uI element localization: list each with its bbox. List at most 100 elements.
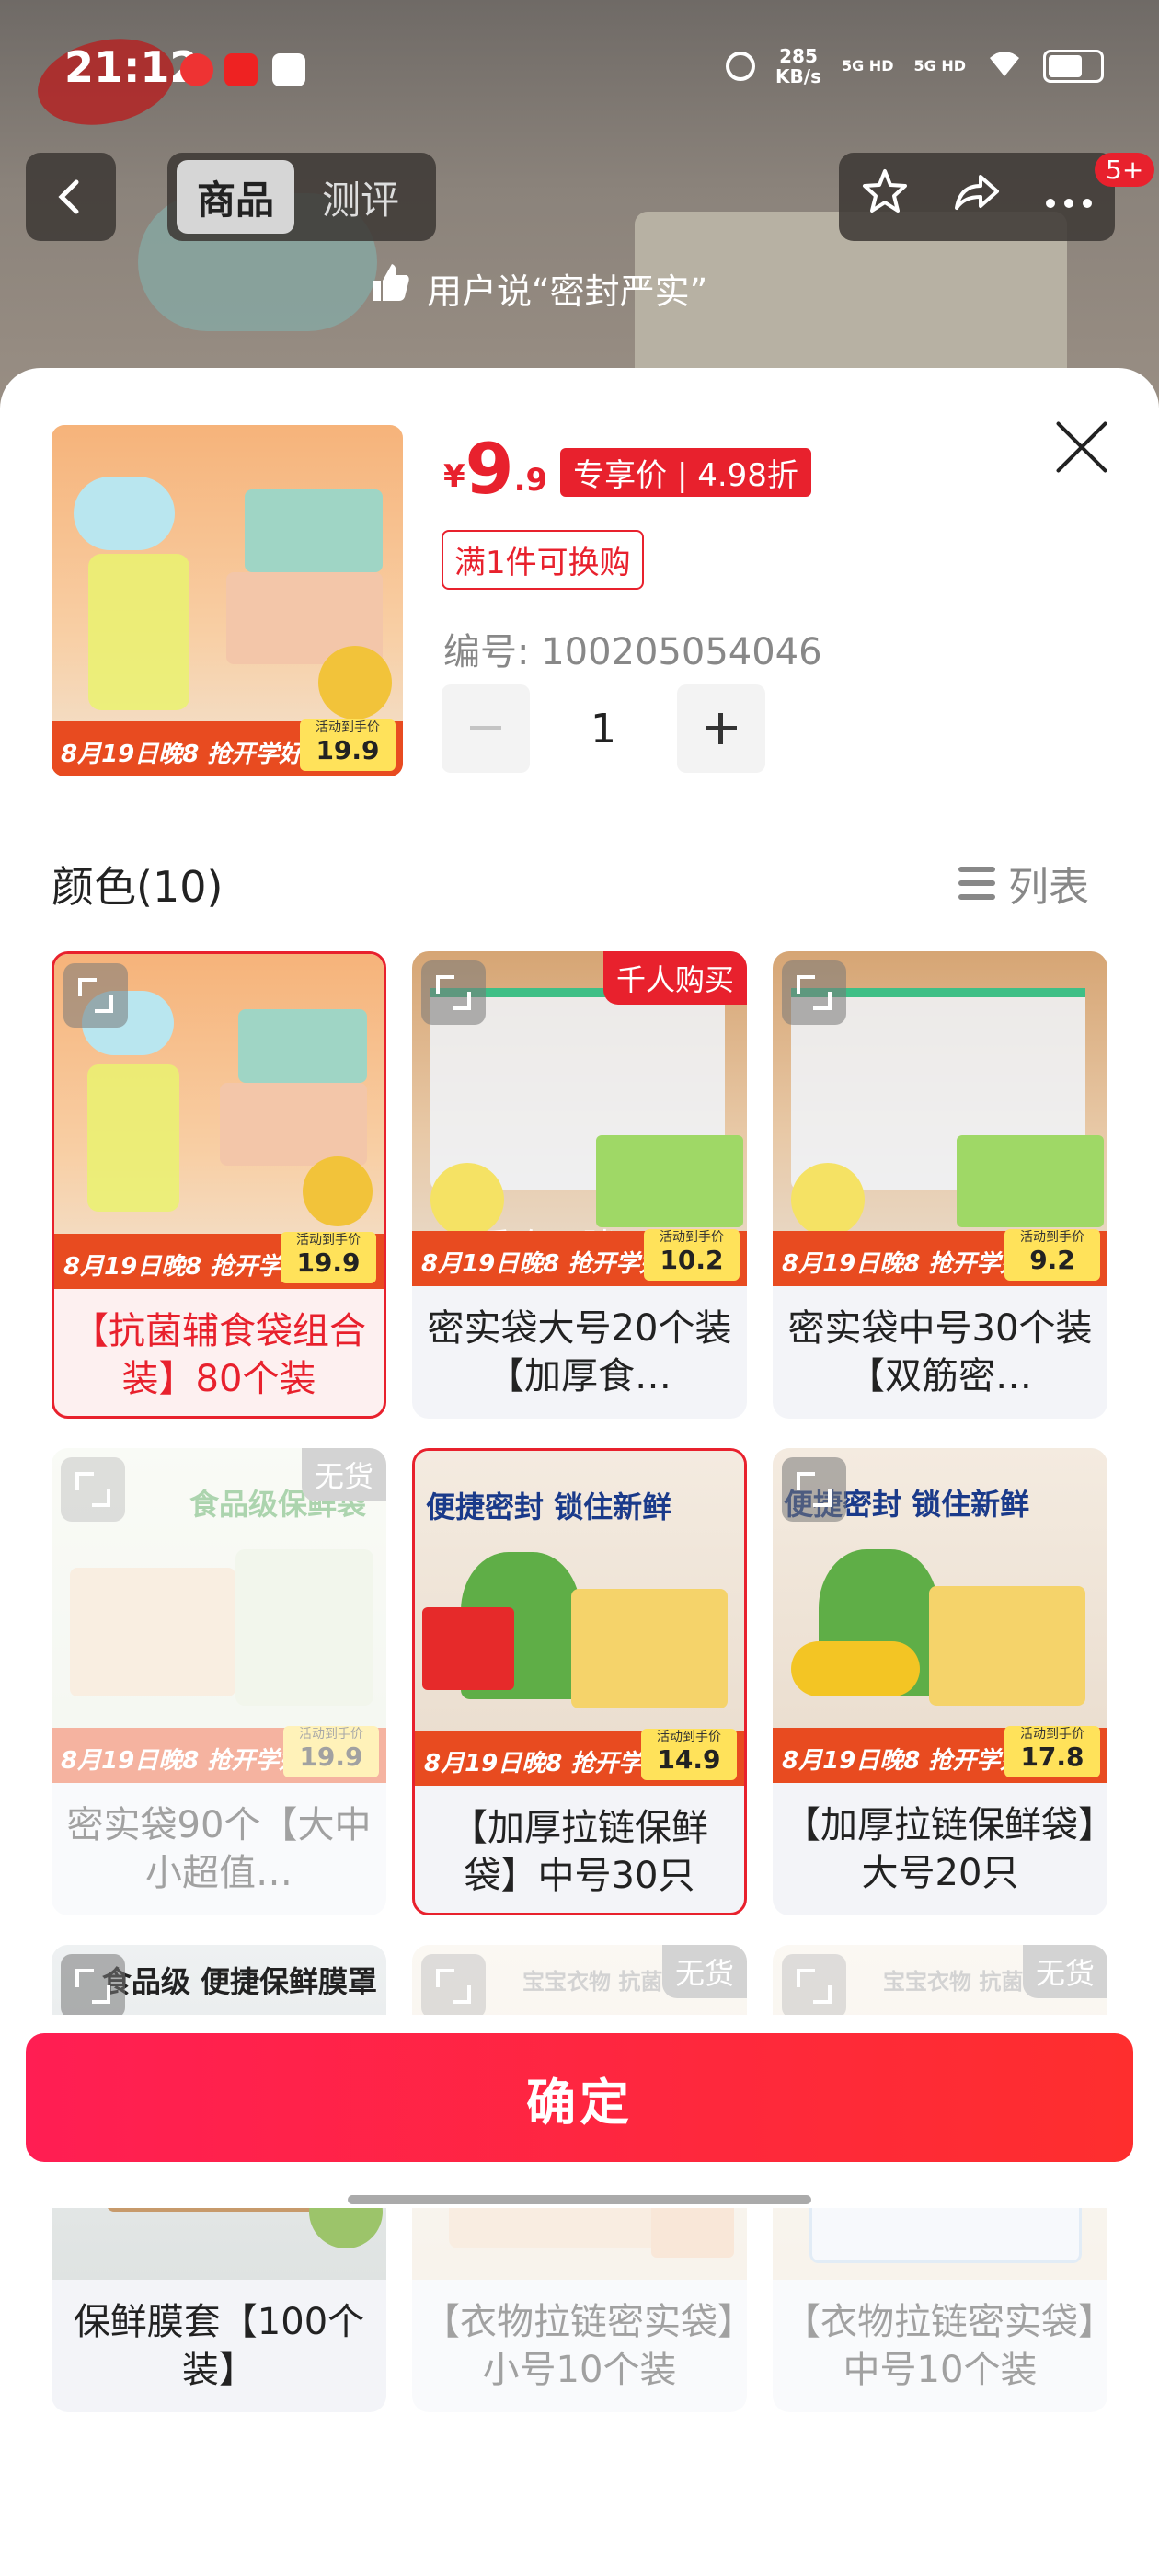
- list-toggle-label: 列表: [1008, 864, 1089, 911]
- network-speed-value: 285: [779, 45, 818, 67]
- more-icon[interactable]: [1043, 170, 1095, 224]
- network-speed: 285 KB/s: [775, 46, 821, 86]
- variant-card[interactable]: 8月19日晚8 抢开学好物 活动到手价 9.2 密实袋中号30个装【双筋密…: [773, 951, 1107, 1419]
- promo-price-value: 10.2: [660, 1245, 724, 1275]
- expand-icon[interactable]: [782, 1457, 846, 1522]
- wifi-icon: [986, 49, 1023, 85]
- favorite-star-icon[interactable]: [859, 166, 911, 228]
- price-decimal: .9: [513, 462, 548, 499]
- ag-bubble: [74, 477, 175, 550]
- promo-price-value: 14.9: [657, 1744, 721, 1775]
- promo-strip: 8月19日晚8 抢开学好物 活动到手价 10.2: [412, 1229, 747, 1286]
- variant-name: 保鲜膜套【100个装】: [73, 2301, 365, 2391]
- promo-price-label: 活动到手价: [1020, 1230, 1084, 1245]
- variant-name: 【衣物拉链密实袋】小号10个装: [423, 2301, 736, 2391]
- alarm-icon: [726, 52, 756, 81]
- quantity-value[interactable]: 1: [530, 706, 677, 753]
- box-illustration: [245, 489, 383, 572]
- variant-card[interactable]: 8月19日晚8 抢开学好物 活动到手价 19.9 【抗菌辅食袋组合装】80个装: [52, 951, 386, 1419]
- price-currency: ¥: [443, 458, 465, 495]
- home-indicator[interactable]: [348, 2195, 811, 2204]
- promo-price-label: 活动到手价: [657, 1730, 721, 1744]
- nav-actions: [839, 153, 1115, 241]
- promo-price-value: 19.9: [296, 1248, 361, 1278]
- promo-price-label: 活动到手价: [296, 1233, 361, 1248]
- praise-banner: 用户说“密封严实”: [368, 256, 707, 320]
- color-section-title: 颜色(10): [52, 862, 224, 912]
- confirm-button[interactable]: 确定: [26, 2033, 1133, 2162]
- variant-card[interactable]: 便捷密封 锁住新鲜 8月19日晚8 抢开学好物 活动到手价 14.9 【加厚拉链…: [412, 1448, 747, 1915]
- battery-icon: [1043, 50, 1104, 83]
- signal-sim2: 5G HD: [913, 57, 966, 75]
- tab-reviews[interactable]: 测评: [302, 160, 419, 234]
- promo-date: 8月19日晚8 抢开学好物: [61, 741, 327, 768]
- out-of-stock-tag: 无货: [661, 1945, 747, 1998]
- expand-icon[interactable]: [61, 1954, 125, 2018]
- promo-price-label: 活动到手价: [316, 720, 380, 735]
- close-icon[interactable]: [1052, 418, 1111, 477]
- decrease-button[interactable]: [442, 684, 530, 773]
- variant-card-out-of-stock[interactable]: 食品级保鲜袋 8月19日晚8 抢开学好物 活动到手价 19.9 无货 密实袋90…: [52, 1448, 386, 1915]
- variant-name: 【抗菌辅食袋组合装】80个装: [72, 1310, 366, 1400]
- list-view-toggle[interactable]: 列表: [958, 854, 1089, 913]
- promo-strip: 8月19日晚8 抢开学好物 活动到手价 14.9: [415, 1729, 744, 1786]
- promo-strip: 8月19日晚8 抢开学好物 活动到手价 19.9: [54, 1232, 384, 1289]
- promo-price-tag: 活动到手价 10.2: [644, 1229, 740, 1281]
- promo-price-value: 17.8: [1020, 1742, 1084, 1772]
- popularity-tag: 千人购买: [602, 951, 747, 1005]
- increase-button[interactable]: [677, 684, 765, 773]
- exclusive-price-badge: 专享价 | 4.98折: [560, 448, 811, 497]
- minus-icon: [470, 726, 501, 730]
- variant-name: 密实袋中号30个装【双筋密…: [787, 1307, 1093, 1397]
- thumbs-up-icon: [368, 260, 412, 316]
- out-of-stock-tag: 无货: [301, 1448, 386, 1501]
- promo-strip: 8月19日晚8 抢开学好物 活动到手价 9.2: [773, 1229, 1107, 1286]
- bag-illustration: [88, 554, 189, 710]
- promo-strip: 8月19日晚8 抢开学好物 活动到手价 17.8: [773, 1726, 1107, 1783]
- status-time: 21:12: [64, 42, 200, 92]
- chevron-left-icon: [58, 179, 79, 214]
- list-icon: [958, 863, 995, 903]
- status-indicators: 285 KB/s 5G HD 5G HD: [726, 46, 1104, 86]
- status-bar: 21:12 285 KB/s 5G HD 5G HD: [0, 0, 1159, 138]
- promo-price-value: 9.2: [1029, 1245, 1075, 1275]
- expand-icon[interactable]: [421, 960, 486, 1025]
- expand-icon[interactable]: [61, 1457, 125, 1522]
- promo-price-label: 活动到手价: [299, 1727, 363, 1742]
- promo-price-tag: 活动到手价 17.8: [1004, 1726, 1100, 1777]
- message-count-badge: 5+: [1095, 153, 1155, 187]
- sku-selector-sheet: 8月19日晚8 抢开学好物 活动到手价 19.9 ¥ 9 .9 专享价 | 4.…: [0, 368, 1159, 2576]
- variant-card[interactable]: 爱吃不胖 8月19日晚8 抢开学好物 活动到手价 10.2 千人购买 密实袋大号…: [412, 951, 747, 1419]
- share-icon[interactable]: [951, 166, 1003, 228]
- expand-icon[interactable]: [782, 960, 846, 1025]
- expand-icon[interactable]: [421, 1954, 486, 2018]
- praise-text: 用户说“密封严实”: [427, 270, 708, 312]
- xiaohongshu-icon: [224, 53, 258, 86]
- promo-strip: 8月19日晚8 抢开学好物 活动到手价 19.9: [52, 1726, 386, 1783]
- sku-number: 编号: 100205054046: [443, 631, 822, 673]
- exchange-badge: 满1件可换购: [442, 530, 644, 590]
- promo-price-tag: 活动到手价 14.9: [641, 1729, 737, 1780]
- promo-price-value: 19.9: [299, 1742, 363, 1772]
- network-speed-unit: KB/s: [775, 65, 821, 87]
- variant-card[interactable]: 便捷密封 锁住新鲜 8月19日晚8 抢开学好物 活动到手价 17.8 【加厚拉链…: [773, 1448, 1107, 1915]
- back-button[interactable]: [26, 153, 116, 241]
- promo-price-tag: 活动到手价 19.9: [281, 1232, 376, 1283]
- page-tabs: 商品 测评: [167, 153, 436, 241]
- product-page-backdrop: 21:12 285 KB/s 5G HD 5G HD 商品 测评 5+ 用户说“…: [0, 0, 1159, 423]
- promo-price-value: 19.9: [316, 735, 380, 765]
- maps-icon: [272, 53, 305, 86]
- variant-name: 【衣物拉链密实袋】中号10个装: [784, 2301, 1096, 2391]
- variant-name: 【加厚拉链保鲜袋】中号30只: [451, 1807, 708, 1897]
- selected-product-image[interactable]: 8月19日晚8 抢开学好物 活动到手价 19.9: [52, 425, 403, 776]
- expand-icon[interactable]: [782, 1954, 846, 2018]
- antibacterial-seal: [318, 646, 392, 719]
- price-row: ¥ 9 .9 专享价 | 4.98折: [443, 434, 811, 504]
- variant-name: 密实袋大号20个装【加厚食…: [427, 1307, 732, 1397]
- promo-price-tag: 活动到手价 19.9: [300, 719, 396, 771]
- signal-sim1: 5G HD: [841, 57, 894, 75]
- promo-price-tag: 活动到手价 19.9: [283, 1726, 379, 1777]
- expand-icon[interactable]: [63, 963, 128, 1028]
- tab-goods[interactable]: 商品: [177, 160, 295, 234]
- out-of-stock-tag: 无货: [1022, 1945, 1107, 1998]
